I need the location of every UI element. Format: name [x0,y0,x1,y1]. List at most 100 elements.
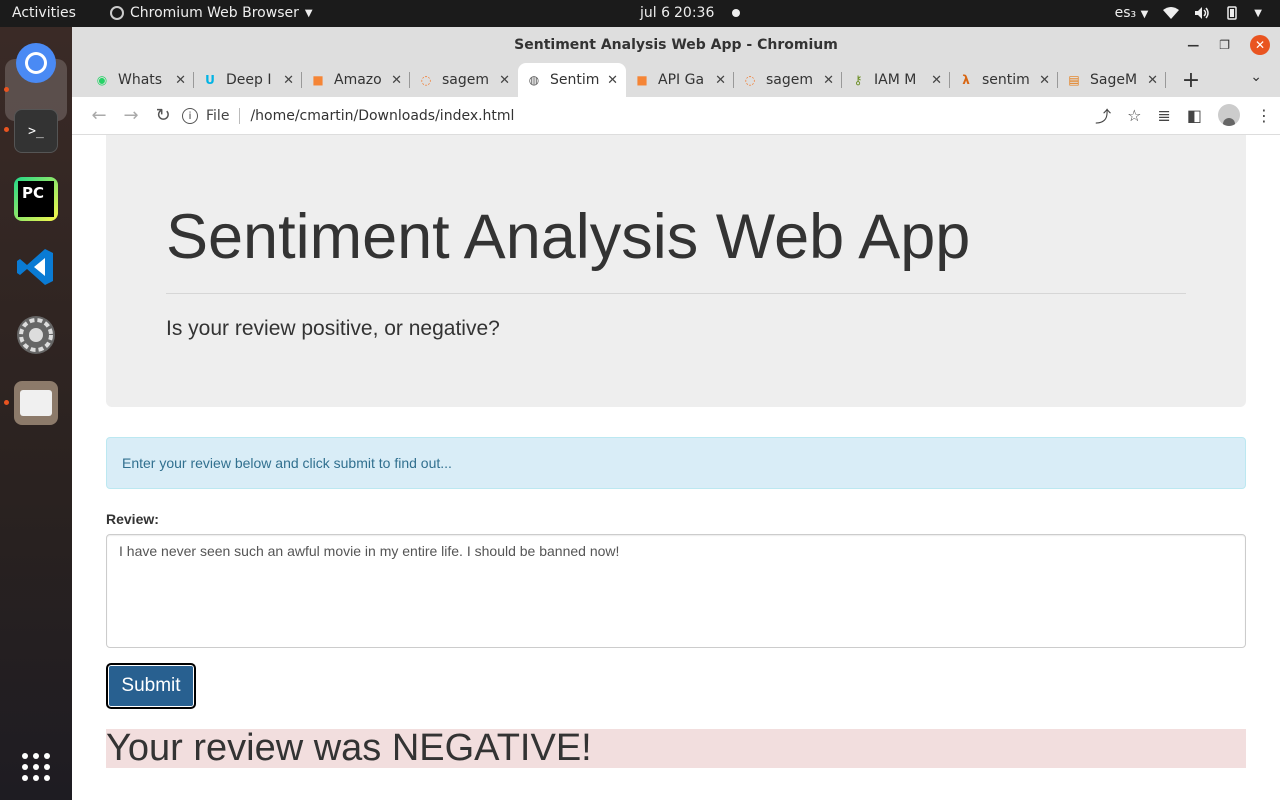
sagemaker-book-icon: ▤ [1068,73,1080,87]
jupyter-icon: ◌ [420,73,432,87]
tab-close-icon[interactable]: ✕ [175,73,186,88]
whatsapp-icon: ◉ [96,73,108,87]
app-menu-label: Chromium Web Browser [130,5,299,21]
toolbar-right: ⤴ ☆ ≣ ◧ ⋮ [1095,103,1272,127]
tab-close-icon[interactable]: ✕ [1039,73,1050,88]
side-panel-icon[interactable]: ◧ [1187,106,1202,125]
review-label: Review: [106,511,159,527]
tab-8[interactable]: λ sentim ✕ [950,63,1058,97]
running-indicator [4,127,9,132]
scheme-label: File [206,108,241,124]
jumbotron: Sentiment Analysis Web App Is your revie… [106,135,1246,407]
tab-close-icon[interactable]: ✕ [499,73,510,88]
tab-9[interactable]: ▤ SageM ✕ [1058,63,1166,97]
tab-close-icon[interactable]: ✕ [931,73,942,88]
maximize-icon[interactable]: ❐ [1219,38,1230,52]
window-titlebar[interactable]: Sentiment Analysis Web App - Chromium — … [72,27,1280,63]
terminal-icon[interactable]: >_ [14,109,58,153]
battery-icon [1227,6,1238,20]
page-subtitle: Is your review positive, or negative? [166,317,500,340]
back-arrow-icon[interactable]: ← [84,101,114,131]
page-title: Sentiment Analysis Web App [166,202,971,272]
media-controls-icon[interactable]: ≣ [1157,106,1170,125]
window-controls: — ❐ ✕ [1187,35,1270,55]
page-viewport: Sentiment Analysis Web App Is your revie… [72,135,1280,800]
tab-close-icon[interactable]: ✕ [607,73,618,88]
forward-arrow-icon[interactable]: → [116,101,146,131]
submit-button[interactable]: Submit [106,663,196,709]
app-menu[interactable]: Chromium Web Browser ▼ [110,5,313,21]
tab-5[interactable]: ■ API Ga ✕ [626,63,734,97]
reload-icon[interactable]: ↻ [148,101,178,131]
clock-date: jul 6 [640,5,671,21]
running-indicator [4,87,9,92]
tab-close-icon[interactable]: ✕ [1147,73,1158,88]
share-icon[interactable]: ⤴ [1095,103,1111,127]
new-tab-button[interactable]: + [1174,63,1208,97]
browser-window: Sentiment Analysis Web App - Chromium — … [72,27,1280,800]
close-window-icon[interactable]: ✕ [1250,35,1270,55]
info-alert: Enter your review below and click submit… [106,437,1246,489]
tab-close-icon[interactable]: ✕ [283,73,294,88]
iam-key-icon: ⚷ [853,73,863,87]
browser-toolbar: ← → ↻ i File /home/cmartin/Downloads/ind… [72,97,1280,135]
chromium-icon[interactable] [14,41,58,85]
show-apps-icon[interactable] [14,745,58,789]
system-tray[interactable]: es₃ ▼ ▼ [1115,5,1262,21]
tab-title: Deep I [226,72,272,88]
tab-2[interactable]: ■ Amazo ✕ [302,63,410,97]
tab-4[interactable]: ◍ Sentim ✕ [518,63,626,97]
clock[interactable]: jul 6 20:36 [640,5,741,21]
wifi-icon [1163,7,1180,19]
chevron-down-icon: ▼ [1254,7,1262,19]
vscode-icon[interactable] [14,245,58,289]
jupyter-icon: ◌ [744,73,756,87]
tab-title: API Ga [658,72,705,88]
dock: >_ PC [0,27,72,800]
tab-title: Whats [118,72,163,88]
tab-close-icon[interactable]: ✕ [823,73,834,88]
address-bar[interactable]: i File /home/cmartin/Downloads/index.htm… [182,102,1212,130]
tab-search-chevron-icon[interactable]: ⌄ [1250,69,1262,85]
tab-separator [1165,72,1166,88]
tab-3[interactable]: ◌ sagem ✕ [410,63,518,97]
files-icon[interactable] [14,381,58,425]
tab-title: Amazo [334,72,382,88]
tab-title: sagem [442,72,490,88]
tab-close-icon[interactable]: ✕ [715,73,726,88]
activities-button[interactable]: Activities [12,5,76,21]
tab-close-icon[interactable]: ✕ [391,73,402,88]
review-textarea[interactable]: I have never seen such an awful movie in… [106,534,1246,648]
kebab-menu-icon[interactable]: ⋮ [1256,106,1272,125]
tab-0[interactable]: ◉ Whats ✕ [86,63,194,97]
system-top-bar: Activities Chromium Web Browser ▼ jul 6 … [0,0,1280,27]
tab-strip: ◉ Whats ✕ U Deep I ✕ ■ Amazo ✕ ◌ sagem ✕ ◍ Sentim ✕ ■ AP… [72,63,1280,97]
keyboard-layout[interactable]: es₃ ▼ [1115,5,1149,21]
running-indicator [4,400,9,405]
terminal-glyph: >_ [28,123,44,139]
tab-1[interactable]: U Deep I ✕ [194,63,302,97]
recording-indicator-icon [732,9,741,17]
tab-title: sentim [982,72,1030,88]
url-text[interactable]: /home/cmartin/Downloads/index.html [250,108,514,124]
window-title: Sentiment Analysis Web App - Chromium [514,37,838,53]
chromium-small-icon [110,6,124,20]
bookmark-star-icon[interactable]: ☆ [1127,106,1141,125]
clock-time: 20:36 [674,5,715,21]
settings-icon[interactable] [14,313,58,357]
aws-box-icon: ■ [312,73,324,87]
tab-title: sagem [766,72,814,88]
minimize-icon[interactable]: — [1187,38,1199,52]
tab-title: IAM M [874,72,917,88]
info-icon[interactable]: i [182,108,198,124]
pycharm-glyph: PC [18,181,54,217]
tab-7[interactable]: ⚷ IAM M ✕ [842,63,950,97]
profile-avatar-icon[interactable] [1218,104,1240,126]
udacity-icon: U [205,73,215,87]
folder-shape [20,390,52,416]
lambda-icon: λ [962,73,970,87]
pycharm-icon[interactable]: PC [14,177,58,221]
divider [166,293,1186,294]
aws-box-icon: ■ [636,73,648,87]
tab-6[interactable]: ◌ sagem ✕ [734,63,842,97]
